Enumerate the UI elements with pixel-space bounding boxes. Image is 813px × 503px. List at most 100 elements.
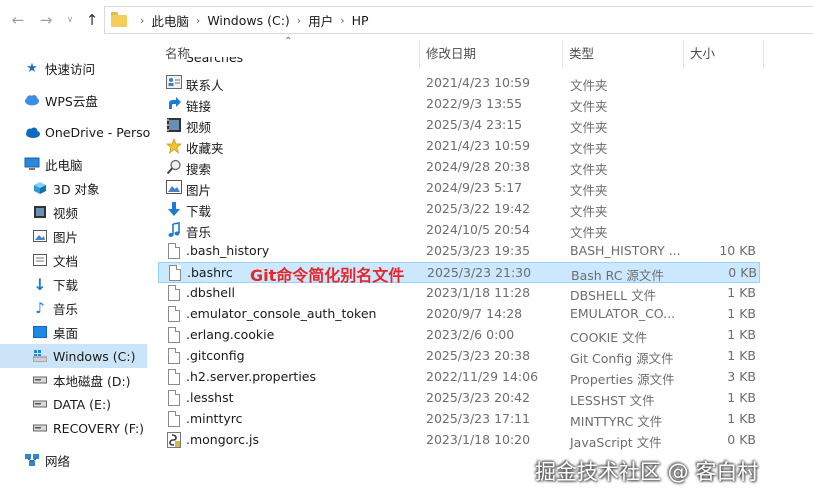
file-name: .emulator_console_auth_token [186, 306, 377, 321]
sidebar-item-local-disk-d[interactable]: 本地磁盘 (D:) [0, 368, 147, 392]
column-header-size[interactable]: 大小 [690, 43, 715, 65]
column-divider[interactable] [419, 40, 420, 68]
file-name: .h2.server.properties [186, 369, 317, 384]
link-arrow-icon [166, 96, 182, 112]
file-icon [168, 306, 180, 322]
file-type: COOKIE 文件 [570, 330, 648, 345]
watermark: 掘金技术社区 @ 客白村 [535, 460, 759, 484]
sidebar-item-label: 3D 对象 [53, 181, 100, 197]
file-name: .dbshell [186, 285, 235, 300]
file-type: Properties 源文件 [570, 372, 675, 387]
sidebar-item-label: DATA (E:) [53, 396, 112, 412]
file-type: 文件夹 [570, 204, 608, 219]
chevron-right-icon[interactable]: › [196, 14, 200, 27]
file-row[interactable]: 收藏夹 2021/4/23 10:59 文件夹 [158, 136, 760, 157]
file-row[interactable]: .bash_history 2025/3/23 19:35 BASH_HISTORY… [158, 241, 760, 262]
file-row[interactable]: .minttyrc 2025/3/23 17:11 MINTTYRC 文件 1 KB [158, 409, 760, 430]
file-type: Git Config 源文件 [570, 351, 674, 366]
sidebar-item-this-pc[interactable]: 此电脑 [0, 152, 147, 176]
column-divider[interactable] [763, 40, 764, 68]
crumb-windows-c[interactable]: Windows (C:) [207, 13, 289, 28]
pin-star-icon: ★ [26, 60, 38, 76]
address-bar[interactable]: › 此电脑 › Windows (C:) › 用户 › HP [104, 6, 813, 34]
sidebar-item-label: 桌面 [53, 325, 79, 341]
sidebar-item-desktop[interactable]: 桌面 [0, 320, 147, 344]
forward-arrow-icon[interactable]: → [36, 10, 56, 30]
sidebar-item-data-e[interactable]: DATA (E:) [0, 392, 147, 416]
recent-chevron-down-icon[interactable]: ∨ [60, 10, 80, 30]
file-row[interactable]: 联系人 2021/4/23 10:59 文件夹 [158, 73, 760, 94]
file-icon [169, 265, 181, 281]
file-type: BASH_HISTORY ... [570, 243, 681, 258]
column-header-type[interactable]: 类型 [569, 43, 594, 65]
search-icon [166, 159, 182, 175]
sidebar-item-quick-access[interactable]: ★ 快速访问 [0, 56, 147, 80]
crumb-users[interactable]: 用户 [308, 11, 333, 30]
file-name: 下载 [186, 204, 212, 219]
file-row[interactable]: 音乐 2024/10/5 20:54 文件夹 [158, 220, 760, 241]
sidebar-item-label: 音乐 [53, 301, 79, 317]
file-row[interactable]: 下载 2025/3/22 19:42 文件夹 [158, 199, 760, 220]
crumb-hp[interactable]: HP [352, 13, 369, 28]
file-type: LESSHST 文件 [570, 393, 655, 408]
file-type: EMULATOR_CO... [570, 306, 676, 321]
file-row[interactable]: 图片 2024/9/23 5:17 文件夹 [158, 178, 760, 199]
file-row[interactable]: 视频 2025/3/4 23:15 文件夹 [158, 115, 760, 136]
file-row[interactable]: .h2.server.properties 2022/11/29 14:06 Pro… [158, 367, 760, 388]
sidebar-item-recovery-f[interactable]: RECOVERY (F:) [0, 416, 147, 440]
file-row[interactable]: .emulator_console_auth_token 2020/9/7 14:… [158, 304, 760, 325]
sidebar-item-documents[interactable]: 文档 [0, 248, 147, 272]
download-icon: ↓ [33, 274, 47, 294]
file-type: 文件夹 [570, 78, 608, 93]
file-size: 1 KB [727, 390, 756, 405]
network-icon [24, 452, 40, 468]
crumb-this-pc[interactable]: 此电脑 [151, 11, 189, 30]
file-name: 视频 [186, 120, 212, 135]
sidebar-item-videos[interactable]: 视频 [0, 200, 147, 224]
file-name: .bashrc [187, 265, 233, 280]
file-date: 2024/10/5 20:54 [426, 222, 531, 237]
drive-icon [32, 396, 48, 412]
sidebar-item-downloads[interactable]: ↓ 下载 [0, 272, 147, 296]
file-name: .minttyrc [186, 411, 243, 426]
file-type: DBSHELL 文件 [570, 288, 657, 303]
sidebar-item-label: 视频 [53, 205, 79, 221]
file-row[interactable]: 搜索 2024/9/28 20:38 文件夹 [158, 157, 760, 178]
sidebar-item-label: 下载 [53, 277, 79, 293]
file-row[interactable]: .dbshell 2023/1/18 11:28 DBSHELL 文件 1 KB [158, 283, 760, 304]
sidebar-item-label: 网络 [45, 453, 71, 469]
chevron-right-icon[interactable]: › [297, 14, 301, 27]
back-arrow-icon[interactable]: ← [8, 10, 28, 30]
sidebar-item-network[interactable]: 网络 [0, 448, 147, 472]
file-name: .lesshst [186, 390, 234, 405]
column-divider[interactable] [562, 40, 563, 68]
file-row[interactable]: .lesshst 2025/3/23 20:42 LESSHST 文件 1 KB [158, 388, 760, 409]
file-name: 搜索 [186, 162, 212, 177]
sidebar-item-windows-c[interactable]: Windows (C:) [0, 344, 147, 368]
sidebar-item-3d-objects[interactable]: 3D 对象 [0, 176, 147, 200]
file-name: 链接 [186, 99, 212, 114]
sidebar-item-onedrive[interactable]: OneDrive - Perso [0, 120, 150, 144]
file-size: 1 KB [727, 306, 756, 321]
chevron-right-icon[interactable]: › [140, 14, 144, 27]
sidebar-item-music[interactable]: ♪ 音乐 [0, 296, 147, 320]
file-type: JavaScript 文件 [570, 435, 662, 450]
file-icon [168, 369, 180, 385]
file-row[interactable]: 链接 2022/9/3 13:55 文件夹 [158, 94, 760, 115]
file-row[interactable]: .mongorc.js 2023/1/18 10:20 JavaScript 文件 0… [158, 430, 760, 451]
drive-windows-icon [32, 348, 48, 364]
sidebar-item-wps-cloud[interactable]: WPS云盘 [0, 88, 147, 112]
contacts-icon [166, 75, 182, 91]
file-icon [168, 390, 180, 406]
file-row[interactable]: .erlang.cookie 2023/2/6 0:00 COOKIE 文件 1 KB [158, 325, 760, 346]
column-header-date[interactable]: 修改日期 [426, 43, 476, 65]
sidebar-item-pictures[interactable]: 图片 [0, 224, 147, 248]
file-row[interactable]: .bashrc 2025/3/23 21:30 Bash RC 源文件 0 KB [158, 262, 760, 283]
file-date: 2025/3/22 19:42 [426, 201, 531, 216]
file-row[interactable]: .gitconfig 2025/3/23 20:38 Git Config 源文件 1… [158, 346, 760, 367]
sidebar-item-label: 快速访问 [45, 61, 96, 77]
column-divider[interactable] [683, 40, 684, 68]
partial-row-name[interactable]: Searches [186, 57, 246, 65]
up-arrow-icon[interactable]: ↑ [82, 10, 102, 30]
chevron-right-icon[interactable]: › [340, 14, 344, 27]
